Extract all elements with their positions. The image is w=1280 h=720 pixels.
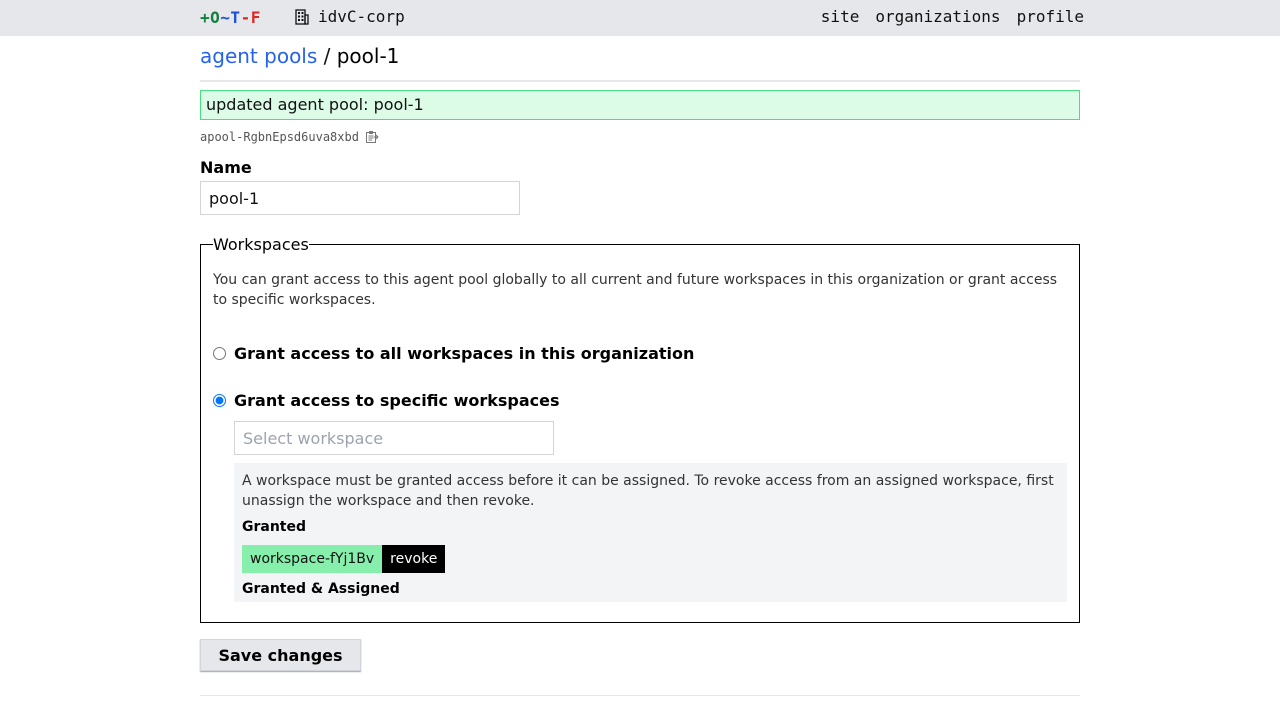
main-content: agent pools / pool-1 updated agent pool:… — [200, 36, 1080, 696]
grant-all-label: Grant access to all workspaces in this o… — [234, 344, 695, 363]
breadcrumb-separator: / — [317, 44, 337, 68]
breadcrumb: agent pools / pool-1 — [200, 44, 1080, 82]
resource-id-text: apool-RgbnEpsd6uva8xbd — [200, 130, 359, 144]
granted-assigned-header: Granted & Assigned — [242, 581, 400, 597]
organization-link[interactable]: idvC-corp — [294, 7, 405, 26]
footer-divider — [200, 695, 1080, 696]
workspace-access-info: A workspace must be granted access befor… — [234, 463, 1067, 602]
building-icon — [295, 8, 309, 25]
access-info-message: A workspace must be granted access befor… — [242, 473, 1054, 509]
nav-organizations[interactable]: organizations — [875, 7, 1000, 26]
revoke-button[interactable]: revoke — [382, 545, 446, 573]
workspaces-legend: Workspaces — [213, 235, 309, 254]
grant-all-radio[interactable] — [213, 347, 226, 360]
logo[interactable]: +O~T-F — [200, 8, 261, 27]
grant-specific-option[interactable]: Grant access to specific workspaces — [213, 391, 1067, 410]
main-nav: site organizations profile — [821, 7, 1084, 26]
name-input[interactable] — [200, 181, 520, 215]
workspaces-description: You can grant access to this agent pool … — [213, 272, 1058, 308]
nav-profile[interactable]: profile — [1017, 7, 1084, 26]
granted-workspace-name[interactable]: workspace-fYj1Bv — [242, 545, 383, 573]
grant-specific-label: Grant access to specific workspaces — [234, 391, 560, 410]
flash-success-message: updated agent pool: pool-1 — [200, 90, 1080, 120]
name-label: Name — [200, 158, 252, 177]
breadcrumb-agent-pools-link[interactable]: agent pools — [200, 44, 317, 68]
top-navigation-bar: +O~T-F idvC-corp site organizations prof… — [0, 0, 1280, 36]
granted-header: Granted — [242, 519, 307, 535]
granted-workspace-chip: workspace-fYj1Bv revoke — [242, 545, 1059, 573]
copy-to-clipboard-icon[interactable] — [365, 130, 379, 144]
grant-specific-radio[interactable] — [213, 394, 226, 407]
save-changes-button[interactable]: Save changes — [200, 639, 361, 671]
workspaces-fieldset: Workspaces You can grant access to this … — [200, 235, 1080, 623]
grant-all-option[interactable]: Grant access to all workspaces in this o… — [213, 344, 1067, 363]
resource-identifier: apool-RgbnEpsd6uva8xbd — [200, 128, 1080, 146]
nav-site[interactable]: site — [821, 7, 860, 26]
select-workspace-input[interactable] — [234, 421, 554, 455]
organization-name: idvC-corp — [318, 7, 405, 26]
breadcrumb-current: pool-1 — [336, 44, 400, 68]
specific-workspaces-section: A workspace must be granted access befor… — [234, 410, 1067, 602]
